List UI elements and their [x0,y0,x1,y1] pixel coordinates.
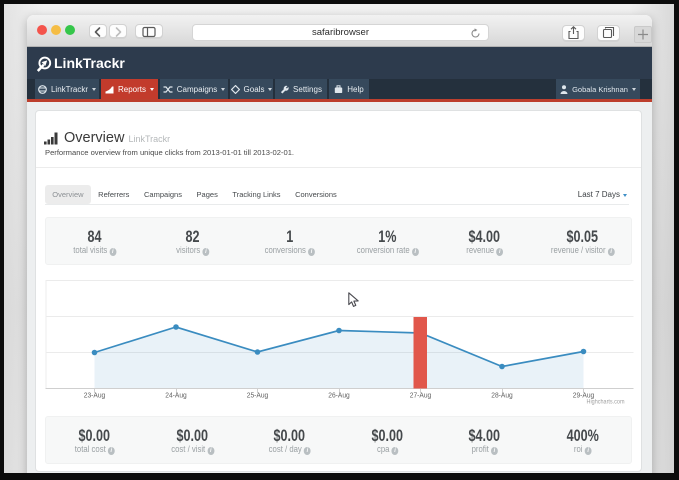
svg-text:27-Aug: 27-Aug [410,391,432,400]
svg-text:23-Aug: 23-Aug [84,391,106,400]
svg-text:24-Aug: 24-Aug [165,391,187,400]
svg-text:Highcharts.com: Highcharts.com [587,399,625,406]
svg-text:26-Aug: 26-Aug [328,391,350,400]
svg-text:25-Aug: 25-Aug [247,391,269,400]
svg-text:28-Aug: 28-Aug [491,391,513,400]
